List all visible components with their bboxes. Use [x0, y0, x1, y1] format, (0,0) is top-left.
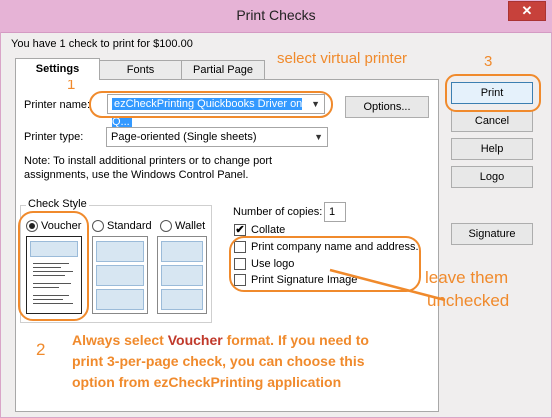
voucher-highlight-ellipse [18, 211, 89, 321]
print-highlight-ellipse [445, 74, 541, 112]
voucher-note-line3: option from ezCheckPrinting application [72, 374, 342, 390]
annotation-voucher-note: Always select Voucher format. If you nee… [72, 330, 369, 393]
annotation-leave-2: unchecked [427, 291, 510, 310]
voucher-note-bold: Voucher [167, 332, 223, 348]
printer-highlight-ellipse [89, 91, 333, 118]
tab-settings[interactable]: Settings [15, 58, 100, 80]
annotation-step2: 2 [36, 340, 46, 359]
voucher-note-prefix: Always select [72, 332, 168, 348]
annotation-step3: 3 [484, 53, 493, 70]
voucher-note-line2: print 3-per-page check, you can choose t… [72, 353, 365, 369]
checkbox-highlight-ellipse [229, 236, 421, 292]
annotation-leave-1: leave them [425, 268, 509, 287]
voucher-note-suffix: format. If you need to [222, 332, 369, 348]
annotation-select-printer: select virtual printer [277, 50, 408, 67]
